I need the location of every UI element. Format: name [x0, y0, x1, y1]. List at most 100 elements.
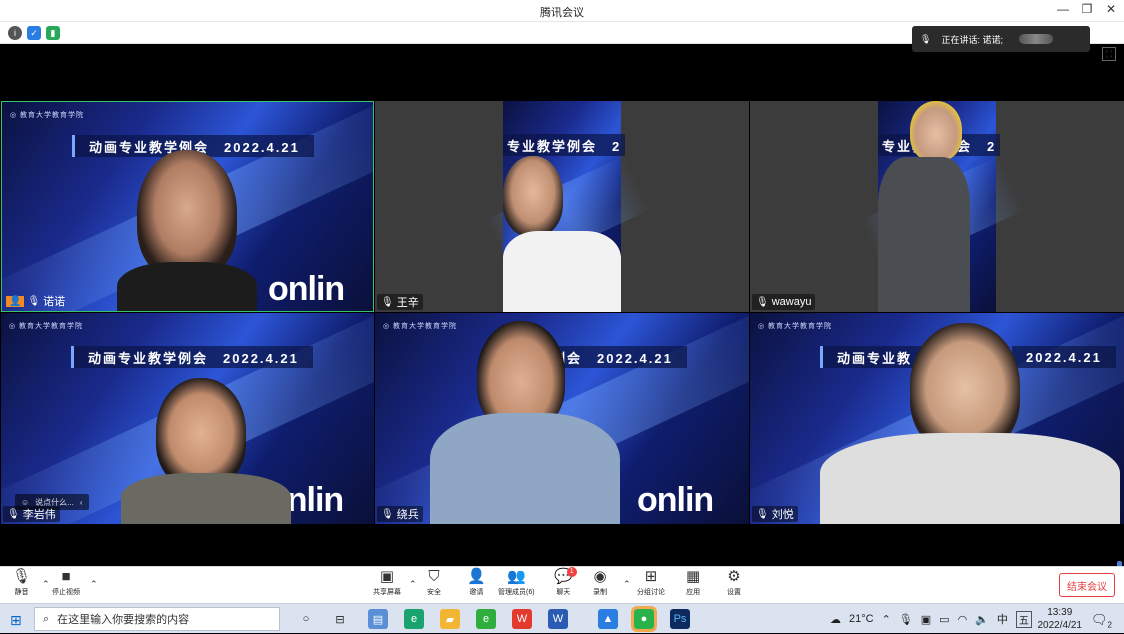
shield-icon[interactable]: ✓: [27, 26, 41, 40]
microphone-icon: 🎙: [756, 296, 769, 308]
file-explorer-icon[interactable]: ▰: [440, 609, 460, 629]
signal-icon[interactable]: ▮: [46, 26, 60, 40]
battery-icon[interactable]: ▭: [939, 613, 949, 626]
school-logo: ◎ 教育大学教育学院: [383, 323, 458, 330]
invite-button[interactable]: 👤 邀请: [467, 569, 486, 597]
slide-banner-date: 2022.4.21: [1012, 346, 1116, 368]
apps-label: 应用: [686, 589, 701, 596]
participant-name: 绕兵: [396, 509, 419, 521]
meeting-toolbar: 🎙 静音 ⌃ ■ 停止视频 ⌃ ▣ 共享屏幕 ⌃ ⛉ 安全 👤 邀请 👥 管理成…: [0, 566, 1124, 603]
participant-name: 李岩伟: [22, 509, 56, 521]
notification-icon[interactable]: 🗨2: [1091, 612, 1112, 630]
audio-options-chevron-icon[interactable]: ⌃: [42, 579, 50, 590]
window-title: 腾讯会议: [540, 7, 584, 19]
participant-body: [121, 473, 291, 524]
tencent-meeting-icon[interactable]: ▲: [598, 609, 618, 629]
participant-body: [117, 262, 257, 311]
share-screen-icon: ▣: [379, 568, 395, 585]
wps-icon[interactable]: W: [512, 609, 532, 629]
video-tile[interactable]: ◎ 教育大学教育学院 动画专业教学例会 2022.4.21 onlin 👤 🎙 …: [1, 101, 374, 312]
share-options-chevron-icon[interactable]: ⌃: [409, 579, 417, 590]
cortana-icon[interactable]: ○: [296, 609, 316, 629]
online-text: onlin: [637, 481, 714, 519]
weather-icon[interactable]: ☁: [830, 613, 841, 626]
add-user-icon: 👤: [467, 568, 486, 585]
security-button[interactable]: ⛉ 安全: [427, 569, 441, 597]
apps-button[interactable]: ▦ 应用: [686, 569, 700, 597]
breakout-label: 分组讨论: [637, 589, 665, 596]
stop-video-button[interactable]: ■ 停止视频: [52, 569, 80, 597]
word-icon[interactable]: W: [548, 609, 568, 629]
share-screen-button[interactable]: ▣ 共享屏幕: [373, 569, 401, 597]
members-icon: 👥: [506, 568, 526, 585]
taskbar-clock[interactable]: 13:39 2022/4/21: [1038, 606, 1083, 632]
record-label: 录制: [593, 589, 607, 596]
microphone-icon: 🎙: [7, 508, 20, 520]
school-logo: ◎ 教育大学教育学院: [758, 323, 833, 330]
microphone-icon: 🎙: [381, 508, 394, 520]
collapse-icon[interactable]: ‹: [80, 498, 83, 507]
shield-icon: ⛉: [428, 568, 440, 585]
fullscreen-icon[interactable]: ⛶: [1102, 47, 1116, 61]
settings-button[interactable]: ⚙ 设置: [727, 569, 741, 597]
video-tile[interactable]: ◎ 教育大学教育学院 动画专业教学例会 2022.4.21 onlin ☺ 说点…: [1, 313, 374, 524]
record-icon: ◉: [593, 568, 607, 585]
chat-label: 聊天: [556, 589, 571, 596]
wifi-icon[interactable]: ◠: [958, 613, 968, 626]
window-titlebar: 腾讯会议 — ❐ ✕: [0, 0, 1124, 22]
end-meeting-button[interactable]: 结束会议: [1059, 573, 1115, 597]
close-button[interactable]: ✕: [1104, 2, 1118, 16]
wechat-icon[interactable]: ●: [631, 606, 657, 632]
taskbar-search[interactable]: ⌕ 在这里输入你要搜索的内容: [34, 607, 280, 631]
edge-icon[interactable]: e: [404, 609, 424, 629]
video-tile[interactable]: 专业教学例会 2 🎙 wawayu: [750, 101, 1124, 312]
microphone-icon: 🎙: [381, 296, 394, 308]
record-button[interactable]: ◉ 录制: [593, 569, 607, 597]
breakout-button[interactable]: ⊞ 分组讨论: [637, 569, 665, 597]
microphone-tray-icon[interactable]: 🎙: [899, 613, 913, 626]
participant-body: [820, 433, 1120, 524]
participant-video: [156, 378, 246, 488]
participant-nametag: 🎙 刘悦: [752, 506, 798, 522]
search-icon: ⌕: [43, 612, 50, 625]
apps-icon: ▦: [686, 568, 701, 585]
slide-banner: 专业教学例会 2: [503, 134, 626, 156]
video-tile[interactable]: ◎ 教育大学教育学院 动画专业教 2022.4.21 🎙 刘悦: [750, 313, 1124, 524]
settings-label: 设置: [727, 589, 741, 596]
volume-icon[interactable]: 🔈: [975, 613, 989, 626]
participant-name: 刘悦: [771, 509, 794, 521]
info-icon[interactable]: i: [8, 26, 22, 40]
participant-body: [430, 413, 620, 524]
tray-expand-icon[interactable]: ⌃: [882, 613, 891, 626]
mute-button[interactable]: 🎙 静音: [12, 569, 31, 597]
chat-button[interactable]: 💬 1 聊天: [554, 567, 577, 597]
windows-start-icon[interactable]: ⊞: [10, 612, 22, 629]
minimize-button[interactable]: —: [1056, 2, 1070, 16]
participant-name: 王辛: [396, 297, 419, 309]
video-options-chevron-icon[interactable]: ⌃: [90, 579, 98, 590]
microphone-icon: 🎙: [12, 568, 32, 585]
chat-badge: 1: [566, 567, 577, 577]
browser-icon[interactable]: e: [476, 609, 496, 629]
blurred-name: [1018, 34, 1053, 44]
participant-body: [503, 231, 621, 312]
video-tile[interactable]: 专业教学例会 2 🎙 王辛: [375, 101, 749, 312]
restore-button[interactable]: ❐: [1080, 2, 1094, 16]
app-icon[interactable]: ▤: [368, 609, 388, 629]
clock-time: 13:39: [1047, 607, 1073, 618]
weather-temp[interactable]: 21°C: [849, 613, 874, 625]
photoshop-icon[interactable]: Ps: [670, 609, 690, 629]
share-label: 共享屏幕: [373, 589, 401, 596]
participant-body: [878, 157, 970, 312]
notification-count: 2: [1107, 620, 1112, 630]
mute-label: 静音: [14, 589, 29, 596]
manage-members-button[interactable]: 👥 管理成员(6): [498, 569, 535, 597]
ime-mode[interactable]: 五: [1015, 610, 1032, 628]
video-tile[interactable]: ◎ 教育大学教育学院 例会 2022.4.21 onlin 🎙 绕兵: [375, 313, 749, 524]
slide-banner: 动画专业教: [820, 346, 927, 368]
ime-language[interactable]: 中: [997, 611, 1008, 627]
record-options-chevron-icon[interactable]: ⌃: [623, 579, 631, 590]
task-view-icon[interactable]: ⊟: [330, 609, 350, 629]
camera-icon: ■: [61, 568, 71, 585]
tray-app-icon[interactable]: ▣: [921, 613, 931, 626]
